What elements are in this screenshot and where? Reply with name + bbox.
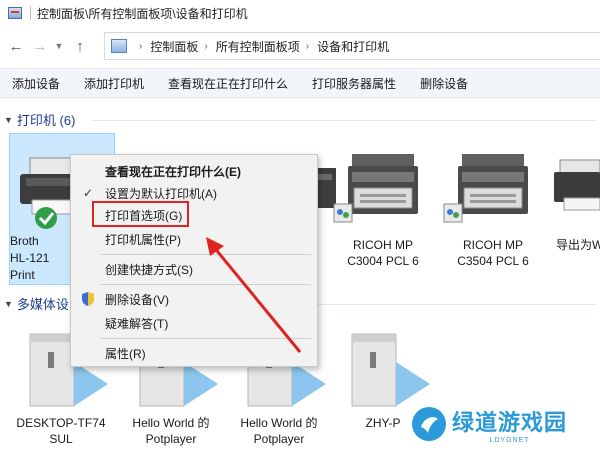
recent-locations-chevron-icon[interactable]: ▼ <box>52 36 66 56</box>
shield-icon <box>81 291 95 310</box>
printer-tile-export[interactable]: 导出为W <box>550 150 600 253</box>
menu-item-remove-device[interactable]: 删除设备(V) <box>71 288 317 310</box>
printers-group-label: 打印机 (6) <box>16 113 76 128</box>
media-device-label-line1: Hello World 的 <box>132 416 210 430</box>
add-printer-button[interactable]: 添加打印机 <box>72 75 156 92</box>
printer-icon <box>554 159 600 211</box>
print-server-properties-button[interactable]: 打印服务器属性 <box>300 75 408 92</box>
watermark-title: 绿道游戏园 <box>452 409 568 435</box>
menu-item-see-printing[interactable]: 查看现在正在打印什么(E) <box>71 160 317 182</box>
media-group-header[interactable]: ▼ 多媒体设 <box>4 294 69 313</box>
breadcrumb-chevron-icon[interactable]: › <box>204 41 207 52</box>
up-button[interactable]: ↑ <box>70 36 90 56</box>
breadcrumb-devices-printers[interactable]: 设备和打印机 <box>317 38 389 55</box>
breadcrumb-all-items[interactable]: 所有控制面板项 <box>216 38 300 55</box>
menu-item-set-default-label: 设置为默认打印机(A) <box>105 186 217 201</box>
printers-group-header[interactable]: ▼ 打印机 (6) <box>4 110 75 129</box>
control-panel-icon <box>8 7 22 19</box>
menu-separator <box>101 254 311 255</box>
window-title: 控制面板\所有控制面板项\设备和打印机 <box>37 6 248 21</box>
remove-device-button[interactable]: 删除设备 <box>408 75 480 92</box>
printer-icon <box>333 154 418 223</box>
media-device-label-line2: Potplayer <box>253 432 305 446</box>
highlight-box <box>92 201 189 227</box>
control-panel-icon <box>111 39 127 53</box>
address-bar: ← → ▼ ↑ › 控制面板 › 所有控制面板项 › 设备和打印机 <box>0 30 600 62</box>
printer-icon <box>443 154 528 223</box>
printer-label-line1: RICOH MP <box>353 238 413 252</box>
printer-label-line2: C3504 PCL 6 <box>457 254 529 268</box>
breadcrumb-chevron-icon[interactable]: › <box>139 41 142 52</box>
breadcrumb-chevron-icon[interactable]: › <box>306 41 309 52</box>
context-menu: 查看现在正在打印什么(E) ✓ 设置为默认打印机(A) 打印首选项(G) 打印机… <box>70 154 318 367</box>
check-icon: ✓ <box>83 186 94 200</box>
menu-item-troubleshoot[interactable]: 疑难解答(T) <box>71 312 317 334</box>
collapse-chevron-icon[interactable]: ▼ <box>4 299 13 309</box>
group-divider <box>92 120 596 121</box>
menu-item-create-shortcut[interactable]: 创建快捷方式(S) <box>71 258 317 280</box>
menu-item-properties[interactable]: 属性(R) <box>71 342 317 364</box>
forward-button[interactable]: → <box>30 36 50 56</box>
media-device-label-line1: DESKTOP-TF74 <box>16 416 106 430</box>
media-device-label-line2: SUL <box>49 432 73 446</box>
printer-label-line1: RICOH MP <box>463 238 523 252</box>
media-device-label-line1: Hello World 的 <box>240 416 318 430</box>
add-device-button[interactable]: 添加设备 <box>0 75 72 92</box>
media-group-label: 多媒体设 <box>16 297 69 312</box>
breadcrumb-control-panel[interactable]: 控制面板 <box>150 38 198 55</box>
title-bar: 控制面板\所有控制面板项\设备和打印机 <box>0 0 600 26</box>
collapse-chevron-icon[interactable]: ▼ <box>4 115 13 125</box>
see-printing-button[interactable]: 查看现在正在打印什么 <box>156 75 300 92</box>
address-path[interactable]: › 控制面板 › 所有控制面板项 › 设备和打印机 <box>104 32 600 60</box>
title-separator <box>30 6 31 20</box>
watermark-url: LDYGNET <box>489 436 530 444</box>
printer-tile-ricoh-c3504[interactable]: RICOH MP C3504 PCL 6 <box>440 150 546 269</box>
printer-tile-ricoh-c3004[interactable]: RICOH MP C3004 PCL 6 <box>330 150 436 269</box>
media-device-label-line2: Potplayer <box>145 432 197 446</box>
printer-label-line2: C3004 PCL 6 <box>347 254 419 268</box>
menu-item-remove-device-label: 删除设备(V) <box>105 292 169 307</box>
command-bar: 添加设备 添加打印机 查看现在正在打印什么 打印服务器属性 删除设备 <box>0 68 600 98</box>
watermark-logo-icon <box>412 407 446 441</box>
menu-item-printer-properties[interactable]: 打印机属性(P) <box>71 228 317 250</box>
group-divider <box>318 304 596 305</box>
media-server-icon <box>351 333 430 407</box>
watermark: 绿道游戏园 LDYGNET <box>412 400 600 448</box>
menu-separator <box>101 284 311 285</box>
menu-separator <box>101 338 311 339</box>
back-button[interactable]: ← <box>6 36 26 56</box>
printer-label-line1: 导出为W <box>556 238 600 252</box>
